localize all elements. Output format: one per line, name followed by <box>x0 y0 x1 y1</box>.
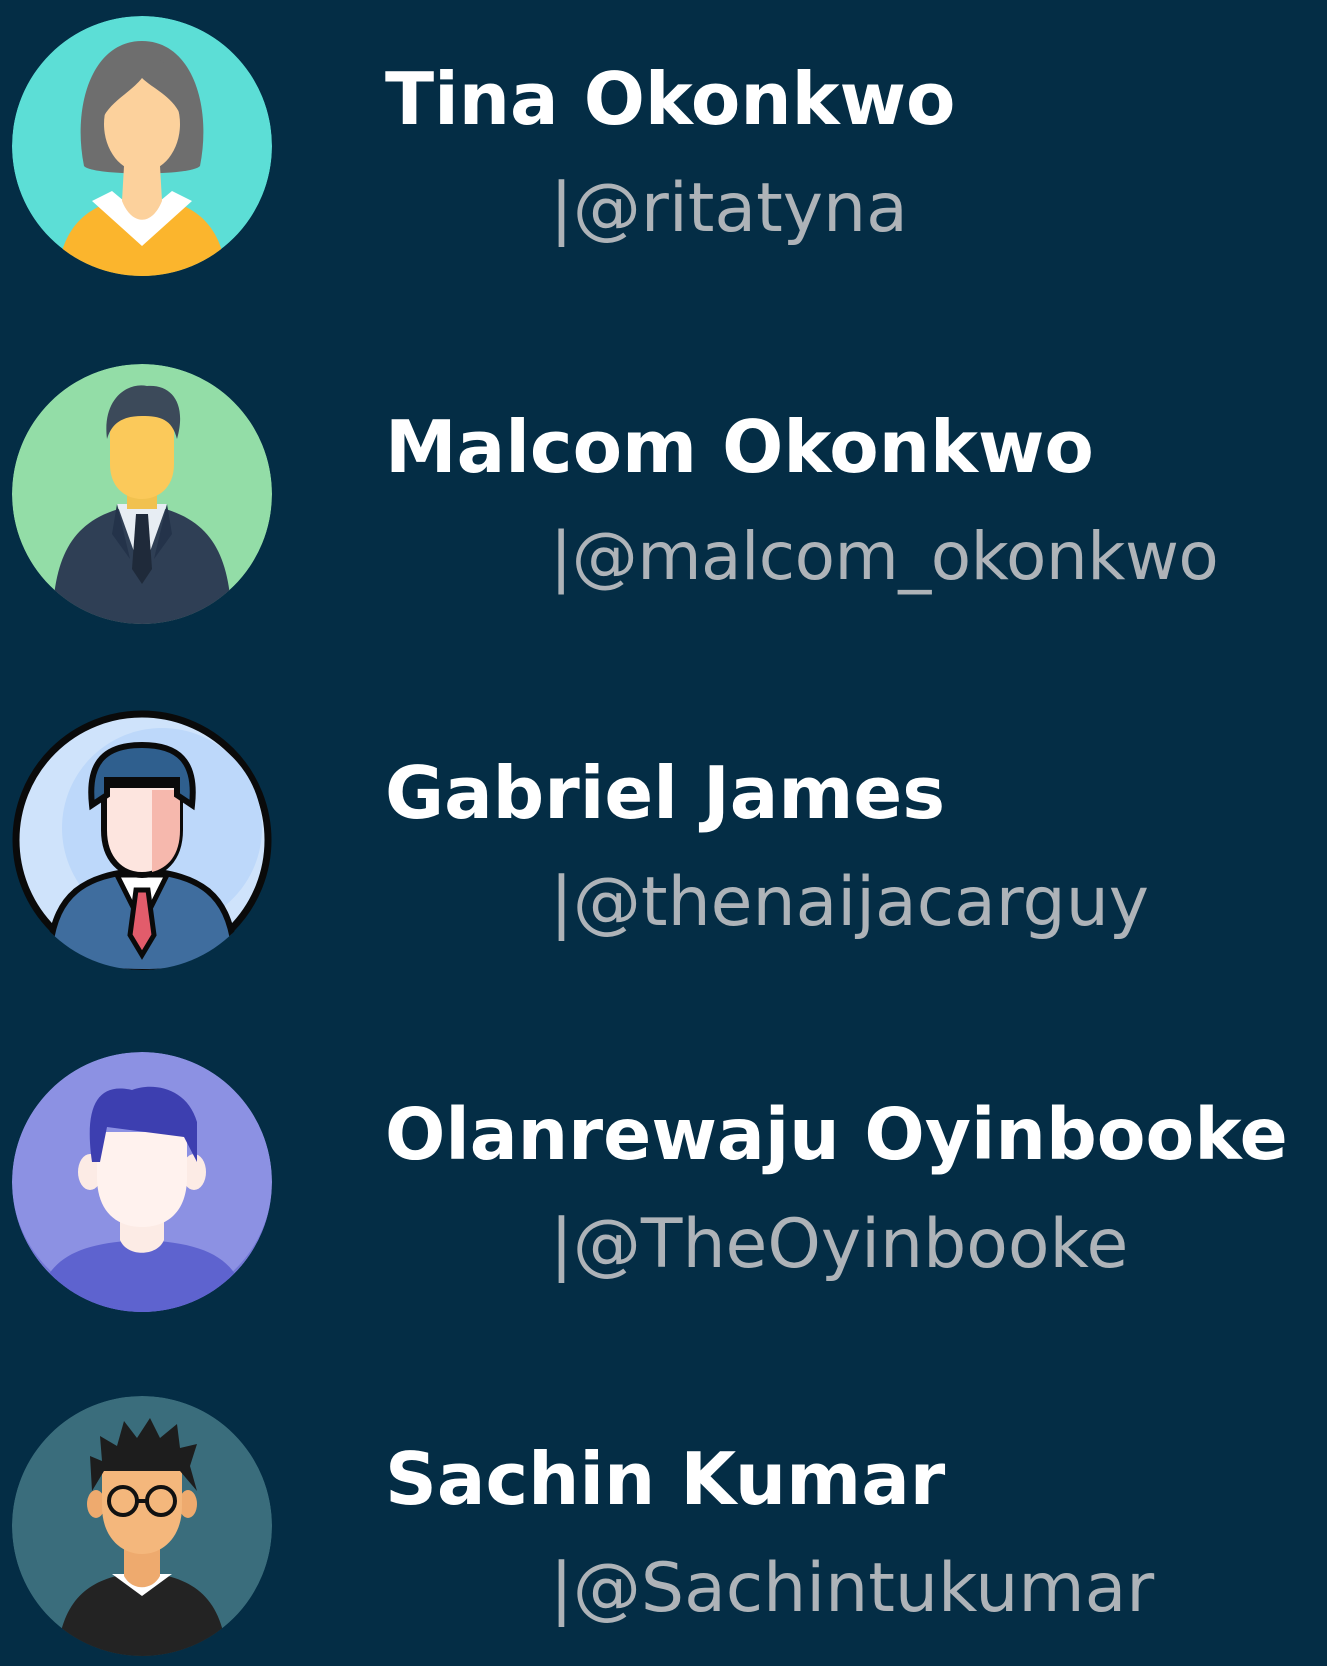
man-glasses-avatar-icon[interactable] <box>12 1396 272 1656</box>
user-name: Sachin Kumar <box>385 1437 946 1521</box>
user-name: Tina Okonkwo <box>385 57 956 141</box>
woman-avatar-icon[interactable] <box>12 16 272 276</box>
user-name: Gabriel James <box>385 751 946 835</box>
user-handle[interactable]: |@thenaijacarguy <box>550 860 1149 946</box>
man-suit-avatar-icon[interactable] <box>12 710 272 970</box>
user-name: Malcom Okonkwo <box>385 405 1094 489</box>
user-row[interactable]: Tina Okonkwo |@ritatyna <box>0 16 1327 286</box>
businessman-avatar-icon[interactable] <box>12 364 272 624</box>
user-list: Tina Okonkwo |@ritatyna Malcom Okonkwo |… <box>0 0 1327 1656</box>
man-avatar-icon[interactable] <box>12 1052 272 1312</box>
user-handle[interactable]: |@ritatyna <box>550 166 908 252</box>
user-handle[interactable]: |@TheOyinbooke <box>550 1202 1128 1288</box>
user-handle[interactable]: |@malcom_okonkwo <box>550 514 1219 600</box>
user-name: Olanrewaju Oyinbooke <box>385 1093 1288 1176</box>
user-row[interactable]: Sachin Kumar |@Sachintukumar <box>0 1396 1327 1666</box>
user-row[interactable]: Malcom Okonkwo |@malcom_okonkwo <box>0 364 1327 634</box>
user-handle[interactable]: |@Sachintukumar <box>550 1546 1154 1632</box>
user-row[interactable]: Gabriel James |@thenaijacarguy <box>0 710 1327 980</box>
user-row[interactable]: Olanrewaju Oyinbooke |@TheOyinbooke <box>0 1052 1327 1322</box>
